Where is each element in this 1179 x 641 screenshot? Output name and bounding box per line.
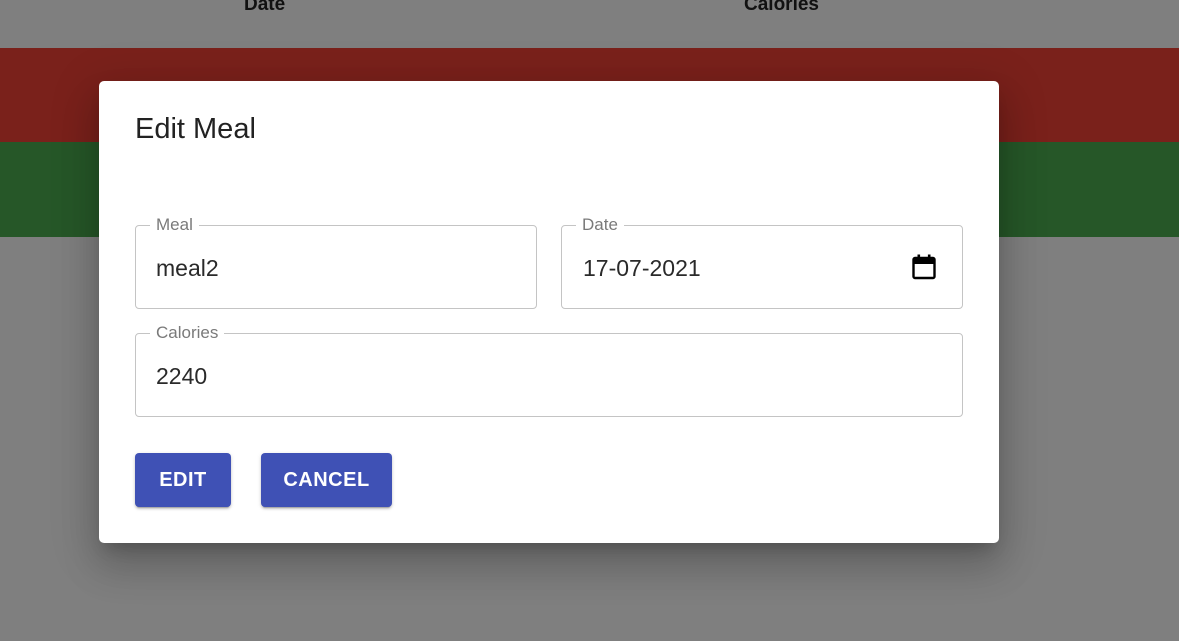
edit-button[interactable]: EDIT xyxy=(135,453,231,507)
date-input[interactable]: 17-07-2021 xyxy=(583,253,701,283)
calories-field[interactable]: Calories 2240 xyxy=(135,323,963,417)
edit-meal-dialog: Edit Meal Meal meal2 Date 17-07-2021 Cal… xyxy=(99,81,999,543)
calories-field-label: Calories xyxy=(150,323,225,343)
meal-input[interactable]: meal2 xyxy=(156,253,219,283)
calories-input[interactable]: 2240 xyxy=(156,361,207,391)
meal-field[interactable]: Meal meal2 xyxy=(135,215,537,309)
dialog-title: Edit Meal xyxy=(135,113,256,145)
date-field[interactable]: Date 17-07-2021 xyxy=(561,215,963,309)
cancel-button[interactable]: CANCEL xyxy=(261,453,392,507)
date-field-label: Date xyxy=(576,215,624,235)
meal-field-label: Meal xyxy=(150,215,199,235)
calendar-icon[interactable] xyxy=(912,254,936,280)
